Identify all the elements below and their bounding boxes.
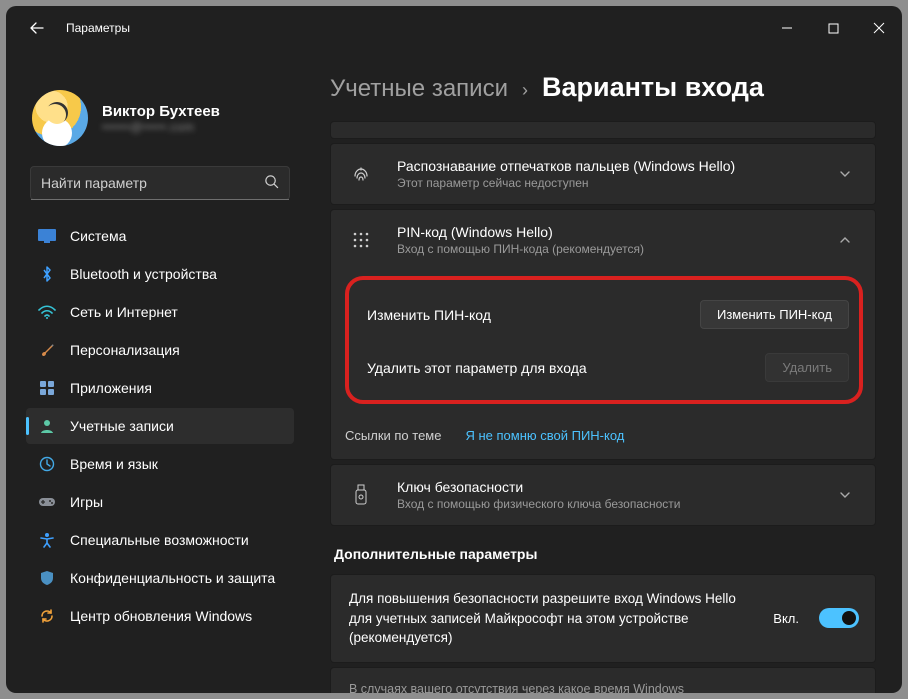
search-input[interactable] (41, 175, 264, 191)
maximize-button[interactable] (810, 6, 856, 50)
sidebar-item-label: Центр обновления Windows (70, 608, 252, 624)
titlebar: Параметры (6, 6, 902, 50)
option-subtitle: Вход с помощью физического ключа безопас… (397, 497, 815, 511)
wifi-icon (38, 303, 56, 321)
clock-globe-icon (38, 455, 56, 473)
option-fingerprint[interactable]: Распознавание отпечатков пальцев (Window… (330, 143, 876, 205)
sidebar-item-label: Конфиденциальность и защита (70, 570, 275, 586)
sidebar-item-personalization[interactable]: Персонализация (26, 332, 294, 368)
option-title: PIN-код (Windows Hello) (397, 224, 815, 240)
chevron-up-icon (831, 233, 859, 247)
back-button[interactable] (22, 20, 52, 36)
sidebar-item-accounts[interactable]: Учетные записи (26, 408, 294, 444)
account-email: ••••••@•••••.com (102, 120, 220, 134)
sidebar-item-system[interactable]: Система (26, 218, 294, 254)
sidebar-item-privacy[interactable]: Конфиденциальность и защита (26, 560, 294, 596)
arrow-left-icon (29, 20, 45, 36)
option-title: Ключ безопасности (397, 479, 815, 495)
sidebar-item-label: Bluetooth и устройства (70, 266, 217, 282)
option-subtitle: Этот параметр сейчас недоступен (397, 176, 815, 190)
sidebar-item-accessibility[interactable]: Специальные возможности (26, 522, 294, 558)
sidebar-item-label: Приложения (70, 380, 152, 396)
sidebar-item-label: Персонализация (70, 342, 180, 358)
sidebar-item-label: Время и язык (70, 456, 158, 472)
change-pin-label: Изменить ПИН-код (367, 307, 491, 323)
apps-icon (38, 379, 56, 397)
sidebar-item-bluetooth[interactable]: Bluetooth и устройства (26, 256, 294, 292)
accessibility-icon (38, 531, 56, 549)
links-heading: Ссылки по теме (345, 428, 441, 443)
forgot-pin-link[interactable]: Я не помню свой ПИН-код (465, 428, 624, 443)
chevron-down-icon (831, 488, 859, 502)
toggle-switch[interactable] (819, 608, 859, 628)
sidebar-item-label: Специальные возможности (70, 532, 249, 548)
change-pin-button[interactable]: Изменить ПИН-код (700, 300, 849, 329)
sidebar-item-label: Игры (70, 494, 103, 510)
sidebar-item-gaming[interactable]: Игры (26, 484, 294, 520)
account-header[interactable]: Виктор Бухтеев ••••••@•••••.com (26, 58, 294, 166)
toggle-state-label: Вкл. (773, 611, 799, 626)
hello-for-ms-accounts: Для повышения безопасности разрешите вхо… (330, 574, 876, 663)
display-icon (38, 227, 56, 245)
page-title: Варианты входа (542, 72, 764, 103)
sidebar-item-label: Система (70, 228, 126, 244)
sidebar-item-label: Сеть и Интернет (70, 304, 178, 320)
sidebar: Виктор Бухтеев ••••••@•••••.com Система (6, 50, 306, 693)
chevron-right-icon: › (522, 80, 528, 101)
highlight-box: Изменить ПИН-код Изменить ПИН-код Удалит… (345, 276, 863, 404)
toggle-description: Для повышения безопасности разрешите вхо… (349, 589, 747, 648)
sidebar-item-time-language[interactable]: Время и язык (26, 446, 294, 482)
avatar (32, 90, 88, 146)
additional-section-title: Дополнительные параметры (334, 546, 876, 562)
breadcrumb: Учетные записи › Варианты входа (330, 72, 876, 103)
gamepad-icon (38, 493, 56, 511)
absence-setting-partial[interactable]: В случаях вашего отсутствия через какое … (330, 667, 876, 693)
remove-pin-row: Удалить этот параметр для входа Удалить (363, 343, 849, 386)
account-name: Виктор Бухтеев (102, 103, 220, 120)
option-security-key[interactable]: Ключ безопасности Вход с помощью физичес… (330, 464, 876, 526)
fingerprint-icon (341, 163, 381, 185)
chevron-down-icon (831, 167, 859, 181)
change-pin-row: Изменить ПИН-код Изменить ПИН-код (363, 294, 849, 343)
sidebar-item-network[interactable]: Сеть и Интернет (26, 294, 294, 330)
close-button[interactable] (856, 6, 902, 50)
remove-pin-label: Удалить этот параметр для входа (367, 360, 587, 376)
minimize-button[interactable] (764, 6, 810, 50)
update-icon (38, 607, 56, 625)
option-subtitle: Вход с помощью ПИН-кода (рекомендуется) (397, 242, 815, 256)
pin-links-row: Ссылки по теме Я не помню свой ПИН-код (331, 418, 875, 459)
sidebar-item-windows-update[interactable]: Центр обновления Windows (26, 598, 294, 634)
search-box[interactable] (30, 166, 290, 200)
person-icon (38, 417, 56, 435)
collapsed-option-placeholder[interactable] (330, 121, 876, 139)
nav: Система Bluetooth и устройства Сеть и Ин… (26, 218, 294, 634)
window-title: Параметры (66, 21, 130, 35)
sidebar-item-label: Учетные записи (70, 418, 174, 434)
option-title: Распознавание отпечатков пальцев (Window… (397, 158, 815, 174)
usb-key-icon (341, 484, 381, 506)
settings-window: Параметры Виктор Бухтеев ••••••@•••••.co… (6, 6, 902, 693)
search-icon (264, 174, 279, 192)
bluetooth-icon (38, 265, 56, 283)
absence-text: В случаях вашего отсутствия через какое … (349, 682, 684, 693)
breadcrumb-parent[interactable]: Учетные записи (330, 75, 508, 103)
remove-pin-button[interactable]: Удалить (765, 353, 849, 382)
paintbrush-icon (38, 341, 56, 359)
maximize-icon (828, 23, 839, 34)
close-icon (873, 22, 885, 34)
option-pin-header[interactable]: PIN-код (Windows Hello) Вход с помощью П… (331, 210, 875, 270)
shield-icon (38, 569, 56, 587)
option-pin: PIN-код (Windows Hello) Вход с помощью П… (330, 209, 876, 460)
minimize-icon (781, 22, 793, 34)
main-panel: Учетные записи › Варианты входа Распозна… (306, 50, 902, 693)
keypad-icon (341, 230, 381, 250)
sidebar-item-apps[interactable]: Приложения (26, 370, 294, 406)
